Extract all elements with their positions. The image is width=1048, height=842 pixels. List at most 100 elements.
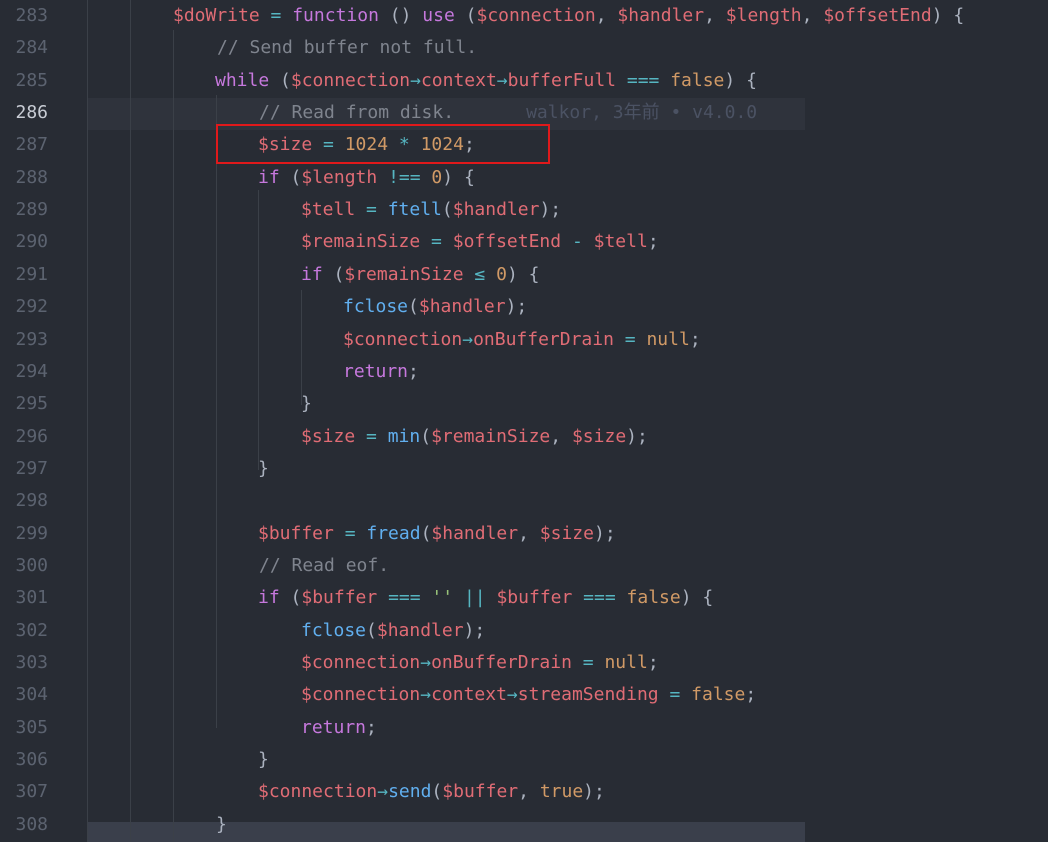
code-token: $size	[539, 523, 594, 544]
code-line[interactable]: return;	[301, 712, 377, 744]
code-token: ,	[550, 426, 572, 447]
code-token: (	[454, 5, 477, 26]
line-number[interactable]: 302	[0, 615, 48, 647]
code-token: if	[258, 167, 280, 188]
line-number[interactable]: 306	[0, 744, 48, 776]
code-line[interactable]: if ($buffer === '' || $buffer === false)…	[258, 582, 713, 614]
code-token: ;	[745, 684, 757, 705]
code-token: false	[670, 70, 725, 91]
code-token: =	[355, 426, 388, 447]
code-token: (	[420, 426, 432, 447]
code-token: );	[626, 426, 648, 447]
code-token: $connection	[301, 684, 421, 705]
code-token: (	[408, 296, 419, 317]
line-number[interactable]: 290	[0, 226, 48, 258]
code-token: ) {	[680, 587, 714, 608]
code-line[interactable]: if ($length !== 0) {	[258, 162, 475, 194]
code-token: while	[215, 70, 270, 91]
code-line[interactable]: // Read eof.	[259, 550, 389, 582]
line-number[interactable]: 289	[0, 194, 48, 226]
line-number[interactable]: 293	[0, 324, 48, 356]
code-token: =	[259, 5, 293, 26]
code-line[interactable]: $connection→onBufferDrain = null;	[301, 647, 659, 679]
line-number[interactable]: 288	[0, 162, 48, 194]
code-token: =	[571, 652, 605, 673]
code-editor[interactable]: 283 284 285 286 287 288 289 290 291 292 293 294 295 2…	[0, 0, 1048, 842]
code-token: ftell	[387, 199, 442, 220]
code-token: $connection	[343, 329, 463, 350]
code-token: (	[431, 781, 443, 802]
git-blame-annotation[interactable]: walkor, 3年前 • v4.0.0	[526, 102, 757, 123]
code-line[interactable]: $buffer = fread($handler, $size);	[258, 518, 616, 550]
line-number[interactable]: 304	[0, 679, 48, 711]
line-number[interactable]: 307	[0, 776, 48, 808]
code-token: if	[301, 264, 323, 285]
line-number[interactable]: 308	[0, 809, 48, 841]
code-token: );	[583, 781, 605, 802]
code-line[interactable]: return;	[343, 356, 419, 388]
code-line[interactable]: fclose($handler);	[301, 615, 485, 647]
code-line[interactable]: }	[258, 453, 269, 485]
code-token: $handler	[452, 199, 540, 220]
line-number[interactable]: 296	[0, 421, 48, 453]
code-token: ;	[408, 361, 419, 382]
code-token: ) {	[931, 5, 965, 26]
code-token: null	[604, 652, 648, 673]
line-number[interactable]: 295	[0, 388, 48, 420]
code-token: // Read eof.	[259, 555, 390, 576]
line-number[interactable]: 301	[0, 582, 48, 614]
line-number[interactable]: 287	[0, 129, 48, 161]
line-number[interactable]: 292	[0, 291, 48, 323]
code-line[interactable]: if ($remainSize ≤ 0) {	[301, 259, 539, 291]
code-line[interactable]: $doWrite = function () use ($connection,…	[173, 0, 964, 32]
code-line[interactable]: $tell = ftell($handler);	[301, 194, 561, 226]
cursor-line-highlight	[87, 822, 805, 842]
code-token: $connection	[301, 652, 421, 673]
code-token: $offsetEnd	[823, 5, 932, 26]
code-line[interactable]: $size = min($remainSize, $size);	[301, 421, 648, 453]
line-number[interactable]: 286	[0, 97, 48, 129]
code-line[interactable]: $remainSize = $offsetEnd - $tell;	[301, 226, 659, 258]
code-token: $connection	[290, 70, 411, 91]
code-token: onBufferDrain	[473, 329, 614, 350]
line-number[interactable]: 299	[0, 518, 48, 550]
code-line[interactable]: while ($connection→context→bufferFull ==…	[215, 65, 757, 97]
line-number[interactable]: 297	[0, 453, 48, 485]
code-line[interactable]: }	[301, 388, 312, 420]
code-token: $doWrite	[173, 5, 260, 26]
code-token: ,	[518, 523, 540, 544]
code-line[interactable]: $connection→send($buffer, true);	[258, 776, 605, 808]
indent-guide	[130, 0, 131, 842]
code-line[interactable]: }	[258, 744, 269, 776]
line-number[interactable]: 305	[0, 712, 48, 744]
code-line[interactable]: $connection→onBufferDrain = null;	[343, 324, 701, 356]
line-number[interactable]: 285	[0, 65, 48, 97]
code-token: $handler	[617, 5, 705, 26]
line-number[interactable]: 284	[0, 32, 48, 64]
code-token: =	[333, 523, 367, 544]
code-token: =	[658, 684, 692, 705]
code-token: ) {	[506, 264, 540, 285]
code-token: context	[431, 684, 507, 705]
code-line[interactable]: $connection→context→streamSending = fals…	[301, 679, 756, 711]
code-token: (	[322, 264, 345, 285]
code-token: // Send buffer not full.	[217, 37, 478, 58]
line-number[interactable]: 291	[0, 259, 48, 291]
code-token: true	[539, 781, 584, 802]
line-number[interactable]: 300	[0, 550, 48, 582]
code-line[interactable]: // Send buffer not full.	[217, 32, 477, 64]
code-token: send	[388, 781, 432, 802]
code-token: -	[561, 231, 594, 252]
line-number[interactable]: 303	[0, 647, 48, 679]
code-token: $buffer	[301, 587, 378, 608]
code-line[interactable]: fclose($handler);	[343, 291, 527, 323]
code-token: function	[292, 5, 379, 26]
code-token: fread	[366, 523, 421, 544]
code-token: $tell	[593, 231, 648, 252]
line-number[interactable]: 294	[0, 356, 48, 388]
code-token: $remainSize	[431, 426, 551, 447]
line-number[interactable]: 283	[0, 0, 48, 32]
code-token: ≤	[463, 264, 497, 285]
code-line[interactable]: }	[216, 809, 227, 841]
line-number[interactable]: 298	[0, 485, 48, 517]
